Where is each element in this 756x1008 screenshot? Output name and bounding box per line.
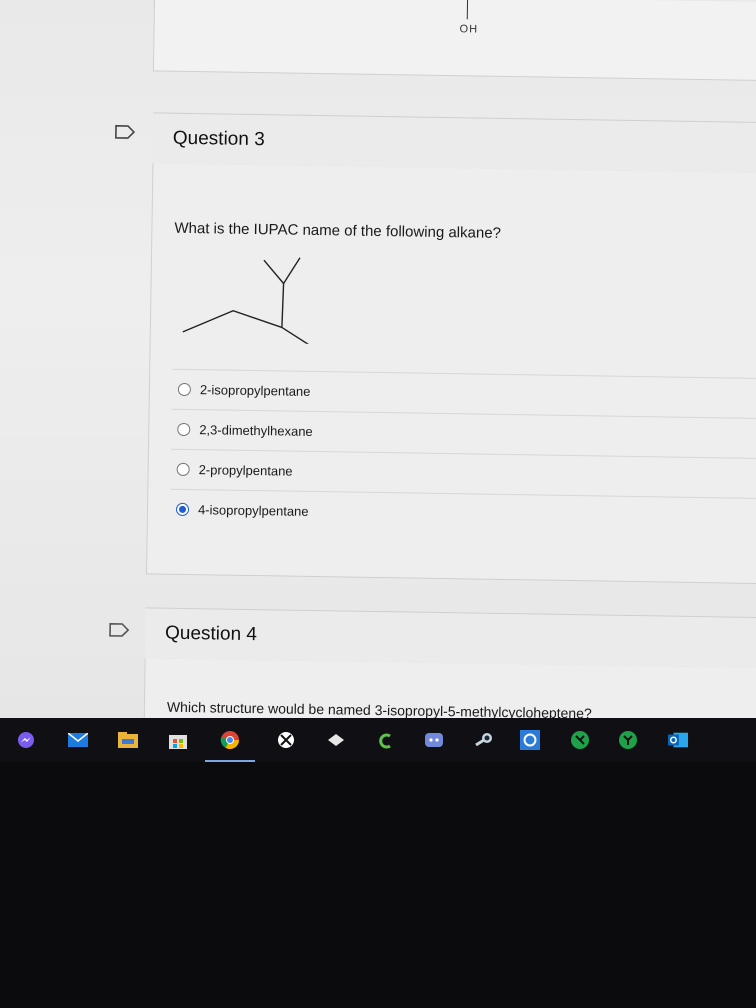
radio-button-selected[interactable] — [175, 502, 190, 517]
file-explorer-icon[interactable] — [118, 730, 138, 750]
store-icon[interactable] — [168, 730, 188, 750]
mail-icon[interactable] — [68, 730, 88, 750]
answer-label: 2-isopropylpentane — [199, 382, 311, 399]
app-green-icon[interactable] — [570, 730, 590, 750]
cortana-icon[interactable] — [520, 730, 540, 750]
question-3-prompt: What is the IUPAC name of the following … — [174, 219, 502, 242]
previous-question-panel: OH — [152, 0, 756, 82]
radio-button[interactable] — [177, 422, 191, 437]
messenger-icon[interactable] — [16, 730, 36, 750]
alkane-structure — [182, 257, 316, 345]
flag-question-icon[interactable] — [114, 124, 136, 140]
answer-label: 4-isopropylpentane — [197, 502, 309, 519]
oh-label: OH — [459, 23, 479, 36]
radio-button[interactable] — [176, 462, 190, 477]
active-app-indicator — [205, 760, 255, 762]
question-3-title: Question 3 — [172, 127, 265, 151]
steam-icon[interactable] — [474, 730, 494, 750]
discord-icon[interactable] — [424, 730, 444, 750]
windows-taskbar — [0, 718, 756, 762]
chrome-icon[interactable] — [220, 730, 240, 750]
outlook-icon[interactable] — [668, 730, 688, 750]
question-3-body: What is the IUPAC name of the following … — [145, 163, 756, 585]
answer-list: 2-isopropylpentane 2,3-dimethylhexane 2-… — [169, 368, 756, 539]
answer-option-4[interactable]: 4-isopropylpentane — [169, 488, 756, 539]
xbox-icon[interactable] — [276, 730, 296, 750]
app-green-icon-2[interactable] — [618, 730, 638, 750]
dropbox-icon[interactable] — [326, 730, 346, 750]
browser-screen: OH Question 3 What is the IUPAC name of … — [0, 0, 756, 730]
answer-label: 2,3-dimethylhexane — [199, 422, 313, 439]
radio-button[interactable] — [177, 382, 192, 397]
question-4-title: Question 4 — [164, 622, 258, 646]
flag-question-icon[interactable] — [108, 622, 130, 638]
bond-line — [466, 0, 469, 20]
cricut-icon[interactable] — [376, 730, 396, 750]
answer-label: 2-propylpentane — [198, 462, 293, 479]
